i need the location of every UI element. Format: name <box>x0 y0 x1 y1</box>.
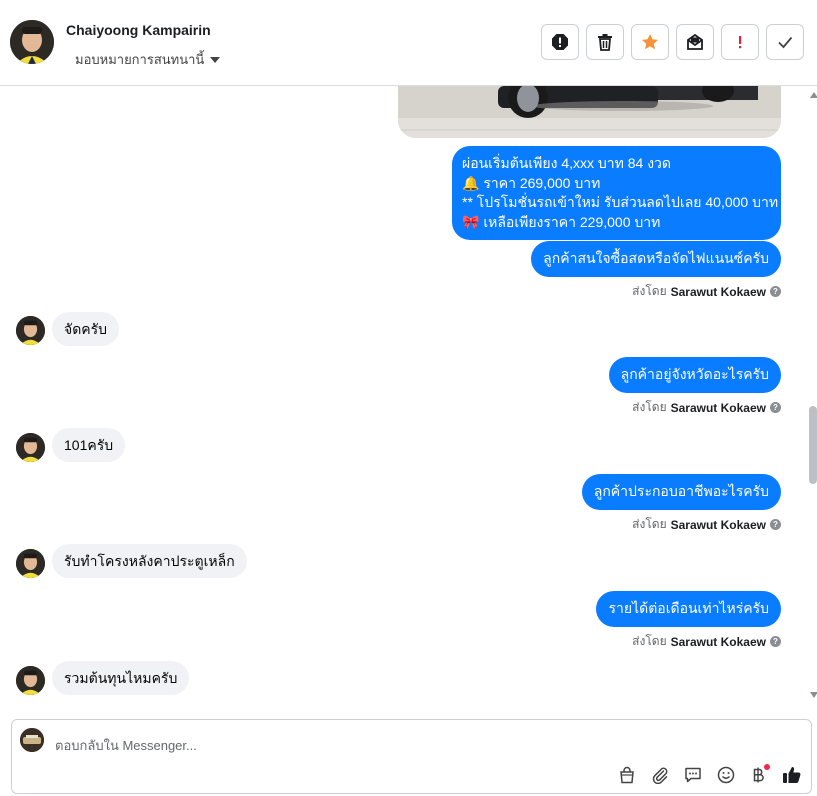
done-button[interactable] <box>766 24 804 60</box>
incoming-message-bubble[interactable]: จัดครับ <box>52 312 120 346</box>
emoji-icon <box>717 766 735 784</box>
attach-button[interactable] <box>649 764 671 786</box>
star-icon <box>642 34 658 50</box>
help-icon[interactable]: ? <box>770 286 781 297</box>
contact-avatar-small[interactable] <box>16 433 45 462</box>
outgoing-message-bubble[interactable]: ลูกค้าอยู่จังหวัดอะไรครับ <box>608 357 781 393</box>
spam-button[interactable] <box>541 24 579 60</box>
like-button[interactable] <box>781 764 803 786</box>
sent-by-label: ส่งโดย Sarawut Kokaew ? <box>632 632 781 651</box>
scroll-up-arrow[interactable] <box>810 92 817 98</box>
sent-by-label: ส่งโดย Sarawut Kokaew ? <box>632 398 781 417</box>
outgoing-message-bubble[interactable]: รายได้ต่อเดือนเท่าไหร่ครับ <box>596 591 781 627</box>
outgoing-message-bubble[interactable]: ลูกค้าสนใจซื้อสดหรือจัดไฟแนนซ์ครับ <box>531 241 781 277</box>
shopping-bag-icon <box>620 766 634 784</box>
mark-unread-button[interactable] <box>676 24 714 60</box>
reply-input[interactable]: ตอบกลับใน Messenger... <box>55 735 197 756</box>
help-icon[interactable]: ? <box>770 519 781 530</box>
shopping-bag-button[interactable] <box>616 764 638 786</box>
attach-icon <box>652 767 668 784</box>
sent-by-label: ส่งโดย Sarawut Kokaew ? <box>632 515 781 534</box>
contact-avatar-small[interactable] <box>16 666 45 695</box>
star-button[interactable] <box>631 24 669 60</box>
priority-button[interactable] <box>721 24 759 60</box>
contact-name[interactable]: Chaiyoong Kampairin <box>66 22 211 38</box>
priority-icon <box>739 36 742 49</box>
incoming-message-bubble[interactable]: รับทำโครงหลังคาประตูเหล็ก <box>52 544 247 578</box>
sent-by-label: ส่งโดย Sarawut Kokaew ? <box>632 282 781 301</box>
contact-avatar-small[interactable] <box>16 316 45 345</box>
mark-unread-icon <box>687 33 703 50</box>
assign-label: มอบหมายการสนทนานี้ <box>75 52 205 67</box>
agent-name[interactable]: Sarawut Kokaew <box>671 635 766 649</box>
trash-icon <box>598 34 612 51</box>
saved-replies-button[interactable] <box>682 764 704 786</box>
scrollbar-thumb[interactable] <box>809 406 817 484</box>
composer-toolbar <box>616 764 803 786</box>
saved-replies-icon <box>685 767 701 783</box>
reply-composer[interactable]: ตอบกลับใน Messenger... <box>11 719 812 794</box>
outgoing-message-bubble[interactable]: ลูกค้าประกอบอาชีพอะไรครับ <box>581 474 781 510</box>
message-thread[interactable]: ผ่อนเริ่มต้นเพียง 4,xxx บาท 84 งวด 🔔 ราค… <box>0 86 817 704</box>
car-photo-attachment[interactable] <box>398 86 781 138</box>
conversation-header: Chaiyoong Kampairin มอบหมายการสนทนานี้ <box>0 0 817 86</box>
promo-line: ผ่อนเริ่มต้นเพียง 4,xxx บาท 84 งวด <box>462 155 672 171</box>
incoming-message-bubble[interactable]: รวมต้นทุนไหมครับ <box>52 661 190 695</box>
incoming-message-bubble[interactable]: 101ครับ <box>52 428 126 462</box>
payment-button[interactable] <box>748 764 770 786</box>
promo-line: 🔔 ราคา 269,000 บาท <box>462 174 601 191</box>
like-icon <box>783 767 801 783</box>
check-icon <box>778 36 793 49</box>
assign-conversation-dropdown[interactable]: มอบหมายการสนทนานี้ <box>75 49 221 70</box>
conversation-actions <box>541 24 804 60</box>
help-icon[interactable]: ? <box>770 636 781 647</box>
page-avatar <box>20 728 44 752</box>
promo-line: ** โปรโมชั่นรถเข้าใหม่ รับส่วนลดไปเลย 40… <box>462 194 779 210</box>
agent-name[interactable]: Sarawut Kokaew <box>671 518 766 532</box>
promo-line: 🎀 เหลือเพียงราคา 229,000 บาท <box>462 213 661 230</box>
agent-name[interactable]: Sarawut Kokaew <box>671 285 766 299</box>
notification-dot <box>764 764 770 770</box>
scroll-down-arrow[interactable] <box>810 692 817 698</box>
contact-avatar[interactable] <box>10 20 54 64</box>
agent-name[interactable]: Sarawut Kokaew <box>671 401 766 415</box>
emoji-button[interactable] <box>715 764 737 786</box>
caret-down-icon <box>210 57 221 63</box>
promo-message-bubble[interactable]: ผ่อนเริ่มต้นเพียง 4,xxx บาท 84 งวด 🔔 ราค… <box>452 146 781 240</box>
spam-icon <box>552 34 568 50</box>
help-icon[interactable]: ? <box>770 402 781 413</box>
contact-avatar-small[interactable] <box>16 549 45 578</box>
delete-button[interactable] <box>586 24 624 60</box>
